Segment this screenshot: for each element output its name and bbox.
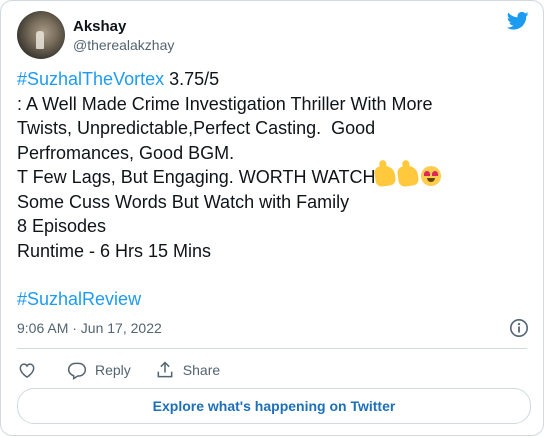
like-button[interactable] — [17, 360, 37, 380]
heart-eyes-emoji-icon — [421, 166, 442, 186]
author-info: Akshay @therealakzhay — [73, 17, 174, 54]
tweet-line-5-text: T Few Lags, But Engaging. WORTH WATCH — [17, 167, 376, 187]
hashtag-link[interactable]: #SuzhalTheVortex — [17, 69, 164, 89]
share-label: Share — [182, 362, 221, 378]
tweet-line-4: Perfromances, Good BGM. — [17, 142, 235, 163]
heart-icon — [19, 363, 35, 378]
explore-twitter-button[interactable]: Explore what's happening on Twitter — [17, 388, 531, 424]
author-display-name[interactable]: Akshay — [73, 17, 174, 36]
divider — [17, 348, 527, 349]
tweet-line-2: : A Well Made Crime Investigation Thrill… — [17, 93, 433, 114]
tweet-line-8: Runtime - 6 Hrs 15 Mins — [17, 240, 212, 261]
avatar[interactable] — [17, 11, 65, 59]
tweet-header: Akshay @therealakzhay — [17, 11, 174, 59]
thumbs-up-emoji-icon — [397, 164, 420, 188]
reply-label: Reply — [95, 362, 131, 378]
hashtag-review-link[interactable]: #SuzhalReview — [17, 287, 141, 311]
tweet-line-3: Twists, Unpredictable,Perfect Casting. G… — [17, 118, 376, 138]
thumbs-up-emoji-icon — [374, 164, 397, 188]
tweet-line-1: #SuzhalTheVortex 3.75/5 — [17, 67, 527, 92]
reply-button[interactable]: Reply — [67, 360, 131, 380]
rating-text: 3.75/5 — [164, 69, 220, 89]
info-icon[interactable] — [509, 318, 529, 338]
author-handle[interactable]: @therealakzhay — [73, 36, 174, 54]
tweet-line-7: 8 Episodes — [17, 216, 107, 236]
share-icon — [157, 361, 173, 378]
reply-bubble-icon — [67, 362, 87, 380]
tweet-timestamp[interactable]: 9:06 AM · Jun 17, 2022 — [17, 319, 162, 337]
tweet-card: Akshay @therealakzhay #SuzhalTheVortex 3… — [0, 0, 544, 436]
tweet-line-5: T Few Lags, But Engaging. WORTH WATCH — [17, 164, 527, 190]
share-button[interactable]: Share — [155, 360, 220, 380]
twitter-bird-icon[interactable] — [507, 11, 529, 31]
tweet-actions: Reply Share — [17, 359, 220, 381]
tweet-line-6: Some Cuss Words But Watch with Family — [17, 191, 350, 212]
tweet-body: #SuzhalTheVortex 3.75/5: A Well Made Cri… — [17, 67, 527, 263]
